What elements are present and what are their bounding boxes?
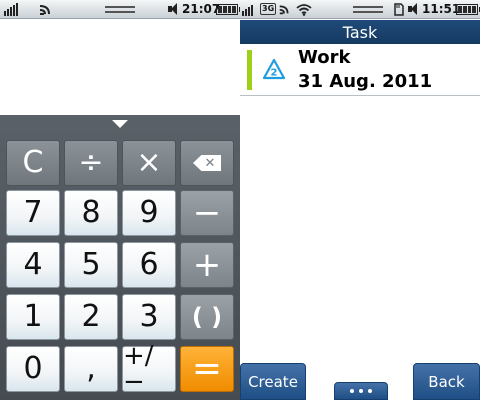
status-bar-left: 21:07 [0,0,241,19]
task-title: Work [298,47,351,68]
divide-button[interactable]: ÷ [64,140,118,186]
collapse-arrow-icon[interactable] [0,115,240,133]
multiply-button[interactable]: × [122,140,176,186]
task-status-bar [247,50,252,90]
backspace-icon: ✕ [193,155,221,171]
back-button[interactable]: Back [413,363,480,400]
clear-button[interactable]: C [6,140,60,186]
key-5[interactable]: 5 [64,242,118,288]
drag-handle-icon[interactable] [105,2,135,16]
create-button[interactable]: Create [240,363,306,400]
screen: 21:07 3G 11:51 C ÷ × ✕ 7 8 9 − 4 5 6 + 1… [0,0,480,400]
network-icon [278,2,292,16]
network-3g-icon: 3G [260,2,277,16]
equals-button[interactable]: = [180,346,234,392]
key-8[interactable]: 8 [64,190,118,236]
signal-icon [242,2,253,16]
key-2[interactable]: 2 [64,294,118,340]
priority-icon: 2 [262,58,286,80]
key-0[interactable]: 0 [6,346,60,392]
drag-handle-icon[interactable] [353,2,383,16]
clock-left: 21:07 [182,2,221,16]
network-icon [38,2,54,16]
speaker-icon [408,2,420,16]
battery-icon [216,2,241,16]
speaker-icon [168,2,180,16]
minus-button[interactable]: − [180,190,234,236]
dot-icon [350,389,354,393]
wifi-icon [296,2,312,16]
key-3[interactable]: 3 [122,294,176,340]
more-options-button[interactable] [334,382,388,400]
task-list-item[interactable]: 2 Work 31 Aug. 2011 [240,44,480,96]
priority-label: 2 [271,68,278,79]
battery-icon [456,2,480,16]
calculator-keypad: C ÷ × ✕ 7 8 9 − 4 5 6 + 1 2 3 ( ) 0 , +/… [0,115,240,400]
task-header: Task [240,20,480,44]
memory-card-icon [394,2,404,16]
key-9[interactable]: 9 [122,190,176,236]
key-7[interactable]: 7 [6,190,60,236]
signal-icon [4,2,18,16]
dot-icon [368,389,372,393]
key-1[interactable]: 1 [6,294,60,340]
key-4[interactable]: 4 [6,242,60,288]
task-date: 31 Aug. 2011 [298,71,433,92]
plus-button[interactable]: + [180,242,234,288]
parentheses-button[interactable]: ( ) [180,294,234,340]
network-label: 3G [260,3,277,15]
comma-button[interactable]: , [64,346,118,392]
status-bar-right: 3G 11:51 [240,0,480,19]
key-6[interactable]: 6 [122,242,176,288]
dot-icon [359,389,363,393]
backspace-button[interactable]: ✕ [180,140,234,186]
sign-toggle-button[interactable]: +/− [122,343,176,395]
clock-right: 11:51 [422,2,461,16]
